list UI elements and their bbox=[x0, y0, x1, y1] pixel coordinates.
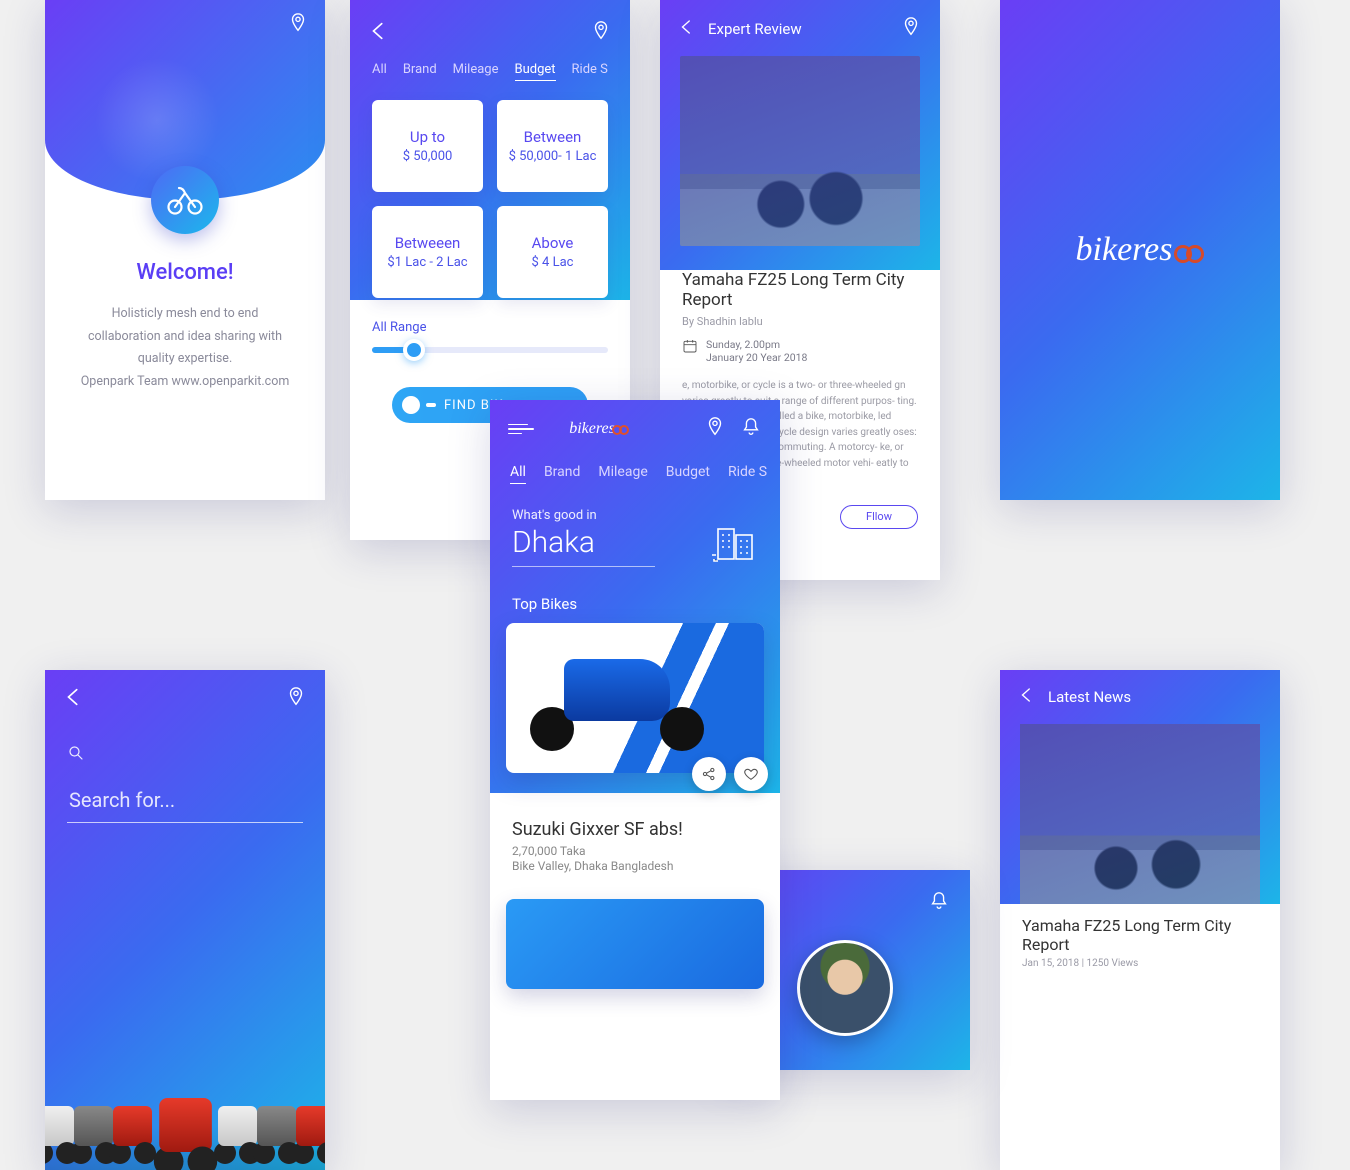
city-name[interactable]: Dhaka bbox=[512, 523, 655, 567]
back-icon[interactable] bbox=[368, 20, 390, 46]
calendar-icon bbox=[682, 338, 698, 354]
welcome-hero bbox=[45, 0, 325, 200]
search-icon[interactable] bbox=[67, 747, 85, 766]
tab-all[interactable]: All bbox=[372, 62, 387, 81]
tab-ride[interactable]: Ride S bbox=[728, 464, 767, 484]
share-icon[interactable] bbox=[692, 757, 726, 791]
welcome-screen: Welcome! Holisticly mesh end to end coll… bbox=[45, 0, 325, 500]
bike-lineup-image bbox=[45, 1020, 325, 1170]
article-title: Yamaha FZ25 Long Term City Report bbox=[682, 270, 918, 310]
splash-screen: bikeres bbox=[1000, 0, 1280, 500]
tab-ride[interactable]: Ride S bbox=[572, 62, 608, 81]
range-label: All Range bbox=[372, 320, 608, 335]
back-icon[interactable] bbox=[678, 18, 696, 40]
back-icon[interactable] bbox=[63, 686, 85, 712]
top-bike-card[interactable] bbox=[506, 623, 764, 773]
back-icon[interactable] bbox=[1018, 686, 1036, 708]
location-pin-icon[interactable] bbox=[590, 20, 612, 46]
budget-card-between-2[interactable]: Betweeen $1 Lac - 2 Lac bbox=[372, 206, 483, 298]
city-prompt: What's good in bbox=[512, 508, 655, 523]
next-bike-card[interactable] bbox=[506, 899, 764, 989]
search-input[interactable]: Search for... bbox=[67, 782, 303, 823]
home-screen: bikeres All Brand Mileage Budget Ride S … bbox=[490, 400, 780, 1100]
filter-tabs: All Brand Mileage Budget Ride S bbox=[350, 56, 630, 97]
location-pin-icon[interactable] bbox=[900, 16, 922, 42]
tab-brand[interactable]: Brand bbox=[544, 464, 580, 484]
search-screen: Search for... bbox=[45, 670, 325, 1170]
tab-all[interactable]: All bbox=[510, 464, 526, 484]
section-top-bikes: Top Bikes bbox=[490, 577, 780, 623]
tab-mileage[interactable]: Mileage bbox=[453, 62, 499, 81]
bike-image bbox=[530, 653, 704, 751]
latest-news-screen: Latest News Yamaha FZ25 Long Term City R… bbox=[1000, 670, 1280, 1170]
news-hero-image bbox=[1020, 724, 1260, 904]
app-brand-logo-small: bikeres bbox=[569, 420, 629, 438]
bike-location: Bike Valley, Dhaka Bangladesh bbox=[512, 859, 758, 873]
page-title: Expert Review bbox=[708, 20, 802, 38]
app-logo-badge bbox=[151, 166, 219, 234]
article-date: Sunday, 2.00pm January 20 Year 2018 bbox=[682, 338, 918, 364]
news-title: Yamaha FZ25 Long Term City Report bbox=[1022, 916, 1258, 954]
tab-budget[interactable]: Budget bbox=[666, 464, 710, 484]
user-avatar[interactable] bbox=[797, 940, 893, 1036]
page-title: Latest News bbox=[1048, 688, 1131, 706]
bell-icon[interactable] bbox=[740, 416, 762, 442]
welcome-text: Holisticly mesh end to end collaboration… bbox=[73, 303, 297, 393]
budget-card-upto[interactable]: Up to $ 50,000 bbox=[372, 100, 483, 192]
budget-card-between-1[interactable]: Between $ 50,000- 1 Lac bbox=[497, 100, 608, 192]
article-author: By Shadhin lablu bbox=[682, 315, 918, 328]
news-meta: Jan 15, 2018 | 1250 Views bbox=[1022, 958, 1258, 969]
bike-name: Suzuki Gixxer SF abs! bbox=[512, 819, 758, 840]
bell-icon[interactable] bbox=[928, 890, 950, 916]
follow-button[interactable]: Fllow bbox=[840, 505, 918, 529]
location-pin-icon[interactable] bbox=[704, 416, 726, 442]
heart-icon[interactable] bbox=[734, 757, 768, 791]
tab-mileage[interactable]: Mileage bbox=[598, 464, 647, 484]
tab-budget[interactable]: Budget bbox=[515, 62, 556, 81]
buildings-icon bbox=[712, 523, 758, 567]
location-pin-icon[interactable] bbox=[285, 686, 307, 712]
budget-card-above[interactable]: Above $ 4 Lac bbox=[497, 206, 608, 298]
price-range-slider[interactable] bbox=[372, 347, 608, 353]
app-brand-logo: bikeres bbox=[1076, 231, 1205, 269]
location-pin-icon[interactable] bbox=[287, 12, 309, 38]
home-tabs: All Brand Mileage Budget Ride S bbox=[490, 450, 780, 502]
hamburger-menu-icon[interactable] bbox=[508, 424, 534, 435]
welcome-title: Welcome! bbox=[73, 260, 297, 285]
article-hero-image bbox=[680, 56, 920, 246]
bike-price: 2,70,000 Taka bbox=[512, 844, 758, 858]
tab-brand[interactable]: Brand bbox=[403, 62, 437, 81]
